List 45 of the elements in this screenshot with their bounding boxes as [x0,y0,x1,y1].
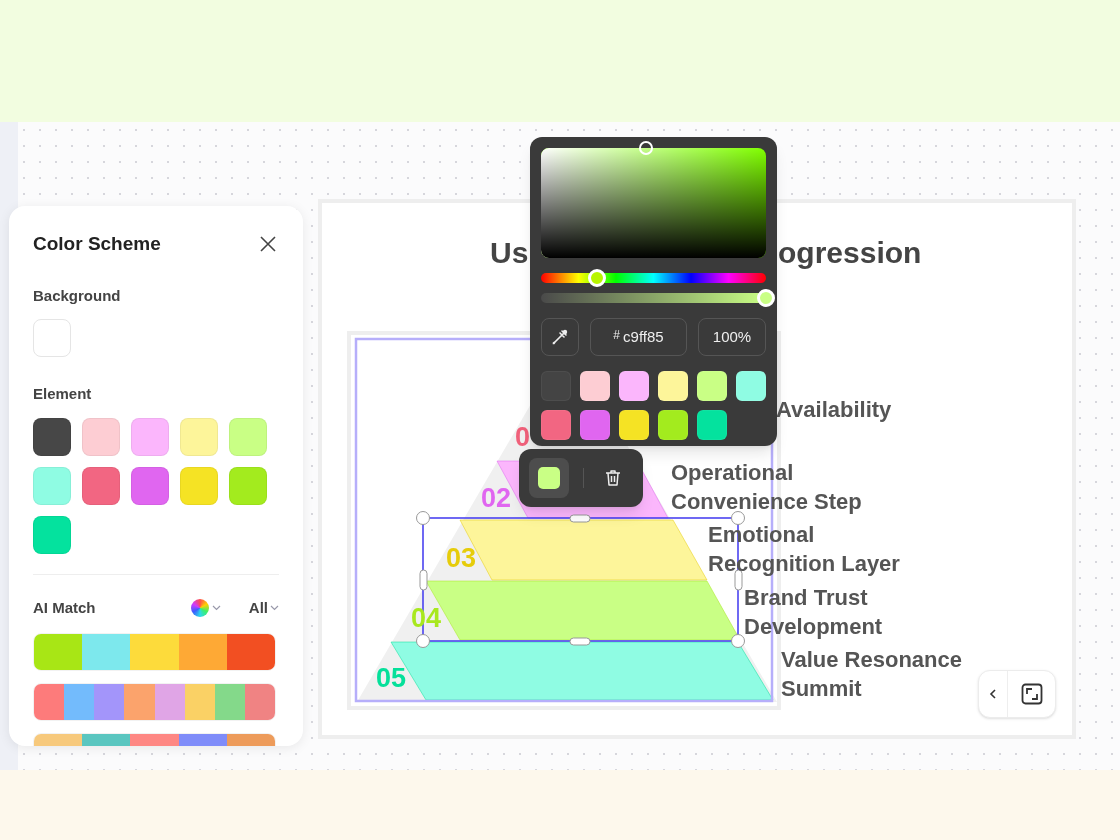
chevron-left-icon [989,688,997,700]
layer-label: Availability [776,396,892,424]
diagram-title: Us [490,235,529,271]
color-swatch[interactable] [33,515,71,554]
slider-thumb[interactable] [588,269,607,287]
palette-option[interactable] [33,633,276,671]
frame-icon [1020,683,1043,705]
color-swatch[interactable] [180,466,218,505]
layer-number: 0 [515,421,531,453]
section-label: Element [33,384,93,404]
layer-number: 05 [376,662,407,694]
color-swatch[interactable] [229,466,267,505]
chevron-down-icon [270,604,279,611]
color-swatch[interactable] [33,466,71,505]
background-swatch[interactable] [33,319,71,357]
color-swatch[interactable] [131,417,169,456]
layer-label: Brand Trust Development [744,584,883,641]
fill-color-button[interactable] [529,458,569,498]
opacity-field[interactable]: 100% [698,318,766,356]
diagram-title: ogression [778,235,922,271]
eyedropper-icon [551,328,569,346]
color-swatch[interactable] [82,417,120,456]
layer-number: 02 [481,482,512,514]
trash-icon [603,468,623,488]
color-swatch[interactable] [82,466,120,505]
close-icon [259,235,277,254]
picker-handle[interactable] [639,141,653,155]
color-swatch[interactable] [229,417,267,456]
layer-label: Operational Convenience Step [671,459,862,516]
color-swatch[interactable] [131,466,169,505]
color-swatch[interactable] [180,417,218,456]
color-swatch[interactable] [33,417,71,456]
layer-number: 03 [446,542,477,574]
color-wheel-icon [190,598,209,617]
eyedropper-button[interactable] [541,318,579,356]
section-label: AI Match [33,597,96,618]
hex-field[interactable]: # c9ff85 [590,318,687,356]
chevron-down-icon [211,604,221,611]
saturation-area[interactable] [541,141,766,258]
slider-thumb[interactable] [757,289,775,307]
section-label: Background [33,285,122,306]
panel-title: Color Scheme [33,232,161,256]
filter-dropdown[interactable]: All [248,596,279,619]
color-wheel-dropdown[interactable] [190,598,221,617]
layer-label: Value Resonance Summit [781,646,962,703]
